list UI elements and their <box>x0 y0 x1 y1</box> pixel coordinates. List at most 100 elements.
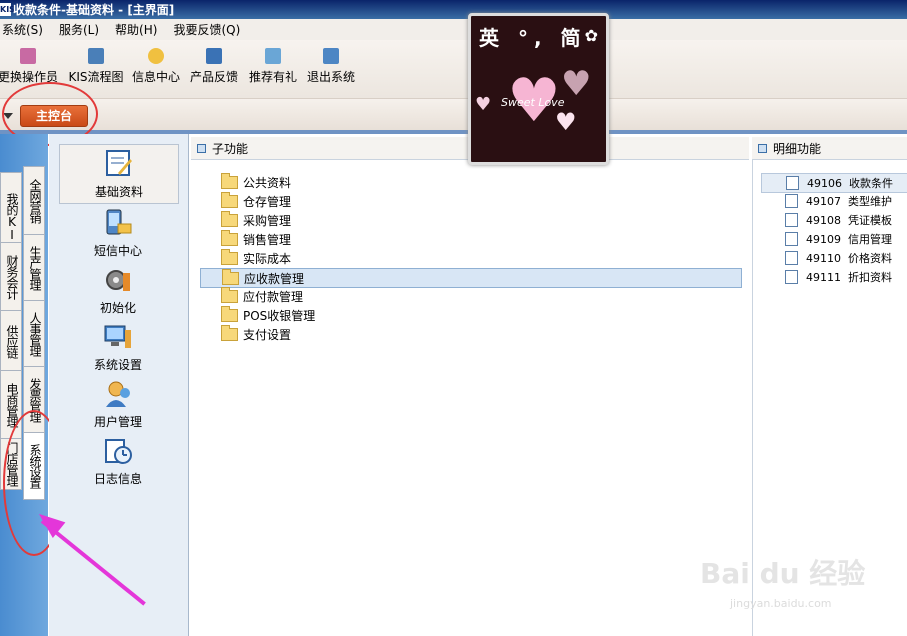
watermark-url: jingyan.baidu.com <box>730 597 832 610</box>
module-basic-data[interactable]: 基础资料 <box>59 144 179 204</box>
watermark: Bai du 经验 <box>700 557 866 590</box>
list-item-label: 应收款管理 <box>244 271 305 286</box>
module-log-info[interactable]: 日志信息 <box>59 436 177 487</box>
product-feedback-label: 产品反馈 <box>189 70 238 84</box>
detail-name: 折扣资料 <box>848 271 892 284</box>
product-feedback-button[interactable]: 产品反馈 <box>188 48 240 85</box>
info-center-button[interactable]: 信息中心 <box>130 48 182 85</box>
document-icon <box>206 48 222 64</box>
module-system-settings[interactable]: 系统设置 <box>59 322 177 373</box>
vtab-store[interactable]: 门店管理 <box>0 438 22 490</box>
detail-code: 49109 <box>806 232 841 246</box>
list-item-label: 支付设置 <box>243 327 292 342</box>
switch-user-button[interactable]: 更换操作员 <box>0 48 58 85</box>
list-item-label: 采购管理 <box>243 213 292 228</box>
detail-name: 凭证模板 <box>848 214 892 227</box>
detail-row[interactable]: 49110 价格资料 <box>761 249 892 267</box>
module-sms-center[interactable]: 短信中心 <box>59 208 177 259</box>
list-item[interactable]: 采购管理 <box>221 210 292 229</box>
detail-name: 收款条件 <box>849 177 893 190</box>
tab-console[interactable]: 主控台 <box>20 105 88 127</box>
module-system-settings-label: 系统设置 <box>93 358 142 372</box>
exit-system-label: 退出系统 <box>306 70 355 84</box>
exit-system-button[interactable]: 退出系统 <box>305 48 357 85</box>
list-item[interactable]: 应付款管理 <box>221 286 304 305</box>
recommend-gift-label: 推荐有礼 <box>248 70 297 84</box>
detail-code: 49108 <box>806 213 841 227</box>
initialize-gear-icon <box>103 265 133 295</box>
user-management-icon <box>103 379 133 409</box>
detail-row[interactable]: 49106 收款条件 <box>761 173 907 193</box>
detail-code: 49110 <box>806 251 841 265</box>
vtab-finance[interactable]: 财务会计 <box>0 242 22 312</box>
detail-header: 明细功能 <box>752 137 907 160</box>
detail-row[interactable]: 49107 类型维护 <box>761 192 892 210</box>
log-clock-icon <box>103 436 133 466</box>
document-icon <box>785 232 798 246</box>
system-settings-icon <box>103 322 133 352</box>
list-item[interactable]: POS收银管理 <box>221 305 316 324</box>
app-logo: KIS <box>0 3 15 16</box>
folder-icon <box>221 172 238 189</box>
open-folder-icon <box>222 268 239 285</box>
module-basic-data-label: 基础资料 <box>94 185 143 199</box>
switch-user-icon <box>20 48 36 64</box>
vtab-invoice[interactable]: 发票管理 <box>23 366 45 434</box>
vtab-hr[interactable]: 人事管理 <box>23 300 45 368</box>
list-item[interactable]: 支付设置 <box>221 324 292 343</box>
vtab-system-settings[interactable]: 系统设置 <box>23 432 45 500</box>
detail-name: 信用管理 <box>848 233 892 246</box>
list-item-selected[interactable]: 应收款管理 <box>200 268 742 288</box>
title-bar: KIS 收款条件-基础资料 - [主界面] <box>0 0 907 19</box>
heart-icon: ♥ <box>561 64 592 104</box>
heart-icon: ♥ <box>555 108 577 136</box>
vtab-marketing[interactable]: 全网营销 <box>23 166 45 236</box>
heart-icon: ♥ <box>475 94 492 115</box>
folder-icon <box>221 210 238 227</box>
list-item-label: 实际成本 <box>243 251 292 266</box>
flowchart-icon <box>88 48 104 64</box>
window-title: 收款条件-基础资料 - [主界面] <box>13 3 175 17</box>
toolbar: 更换操作员 KIS流程图 信息中心 产品反馈 推荐有礼 退出系统 <box>0 40 907 99</box>
detail-row[interactable]: 49111 折扣资料 <box>761 268 892 286</box>
document-icon <box>785 194 798 208</box>
menu-service[interactable]: 服务(L) <box>57 21 107 38</box>
folder-icon <box>221 286 238 303</box>
vtab-supply-chain[interactable]: 供应链 <box>0 310 22 372</box>
gear-icon[interactable]: ✿ <box>585 26 598 45</box>
list-item[interactable]: 仓存管理 <box>221 191 292 210</box>
list-item-label: 仓存管理 <box>243 194 292 209</box>
gift-icon <box>265 48 281 64</box>
list-item[interactable]: 公共资料 <box>221 172 291 191</box>
detail-code: 49106 <box>807 176 842 190</box>
detail-row[interactable]: 49108 凭证模板 <box>761 211 892 229</box>
menu-help[interactable]: 帮助(H) <box>113 21 165 38</box>
subfunction-title: 子功能 <box>212 141 249 156</box>
document-icon <box>785 213 798 227</box>
detail-code: 49107 <box>806 194 841 208</box>
module-user-management-label: 用户管理 <box>93 415 142 429</box>
list-item[interactable]: 实际成本 <box>221 248 292 267</box>
vtab-production[interactable]: 生产管理 <box>23 234 45 302</box>
list-item-label: POS收银管理 <box>243 308 316 323</box>
module-initialize[interactable]: 初始化 <box>59 265 177 316</box>
exit-icon <box>323 48 339 64</box>
kis-flowchart-button[interactable]: KIS流程图 <box>66 48 126 85</box>
detail-name: 类型维护 <box>848 195 892 208</box>
menu-feedback[interactable]: 我要反馈(Q) <box>171 21 248 38</box>
menu-bar: 系统(S) 服务(L) 帮助(H) 我要反馈(Q) <box>0 19 907 40</box>
list-item-label: 应付款管理 <box>243 289 304 304</box>
folder-icon <box>221 229 238 246</box>
detail-row[interactable]: 49109 信用管理 <box>761 230 892 248</box>
document-icon <box>785 251 798 265</box>
vtab-ecommerce[interactable]: 电商管理 <box>0 370 22 440</box>
module-icon-column: 基础资料 短信中心 初始化 系统设置 用户管理 日志信息 <box>49 134 189 636</box>
detail-code: 49111 <box>806 270 841 284</box>
recommend-gift-button[interactable]: 推荐有礼 <box>247 48 299 85</box>
detail-name: 价格资料 <box>848 252 892 265</box>
list-item[interactable]: 销售管理 <box>221 229 291 248</box>
menu-system[interactable]: 系统(S) <box>0 21 51 38</box>
dropdown-arrow-icon[interactable] <box>3 113 13 119</box>
panel-bullet-icon <box>758 143 767 153</box>
module-user-management[interactable]: 用户管理 <box>59 379 177 430</box>
